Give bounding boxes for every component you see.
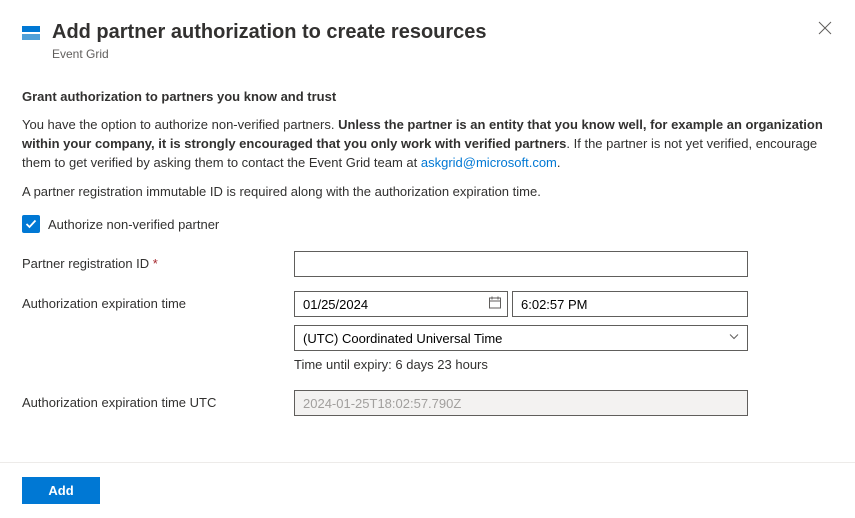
expiration-utc-input (294, 390, 748, 416)
description-tail: . (557, 155, 561, 170)
add-button[interactable]: Add (22, 477, 100, 504)
expiration-time-input[interactable] (512, 291, 748, 317)
timezone-select[interactable]: (UTC) Coordinated Universal Time (294, 325, 748, 351)
checkmark-icon (24, 217, 38, 231)
time-until-expiry: Time until expiry: 6 days 23 hours (294, 357, 748, 372)
panel-subtitle: Event Grid (52, 47, 833, 61)
event-grid-icon (22, 24, 40, 42)
close-button[interactable] (815, 18, 835, 38)
expiration-utc-label: Authorization expiration time UTC (22, 390, 294, 410)
authorize-checkbox-label: Authorize non-verified partner (48, 217, 219, 232)
panel-title: Add partner authorization to create reso… (52, 18, 833, 46)
panel-header: Add partner authorization to create reso… (0, 0, 855, 61)
close-icon (818, 21, 832, 35)
description-text: You have the option to authorize non-ver… (22, 116, 833, 173)
partner-id-row: Partner registration ID * (22, 251, 833, 277)
panel-content: Grant authorization to partners you know… (0, 61, 855, 416)
section-heading: Grant authorization to partners you know… (22, 89, 833, 104)
expiration-utc-row: Authorization expiration time UTC (22, 390, 833, 416)
panel-footer: Add (0, 462, 855, 518)
description-note: A partner registration immutable ID is r… (22, 183, 833, 202)
required-indicator: * (153, 256, 158, 271)
expiration-label: Authorization expiration time (22, 291, 294, 311)
expiration-row: Authorization expiration time (22, 291, 833, 372)
contact-email-link[interactable]: askgrid@microsoft.com (421, 155, 557, 170)
partner-id-input[interactable] (294, 251, 748, 277)
partner-id-label: Partner registration ID * (22, 251, 294, 271)
partner-id-label-text: Partner registration ID (22, 256, 149, 271)
authorize-checkbox[interactable] (22, 215, 40, 233)
expiration-date-input[interactable] (294, 291, 508, 317)
authorize-checkbox-row: Authorize non-verified partner (22, 215, 833, 233)
description-pre: You have the option to authorize non-ver… (22, 117, 338, 132)
